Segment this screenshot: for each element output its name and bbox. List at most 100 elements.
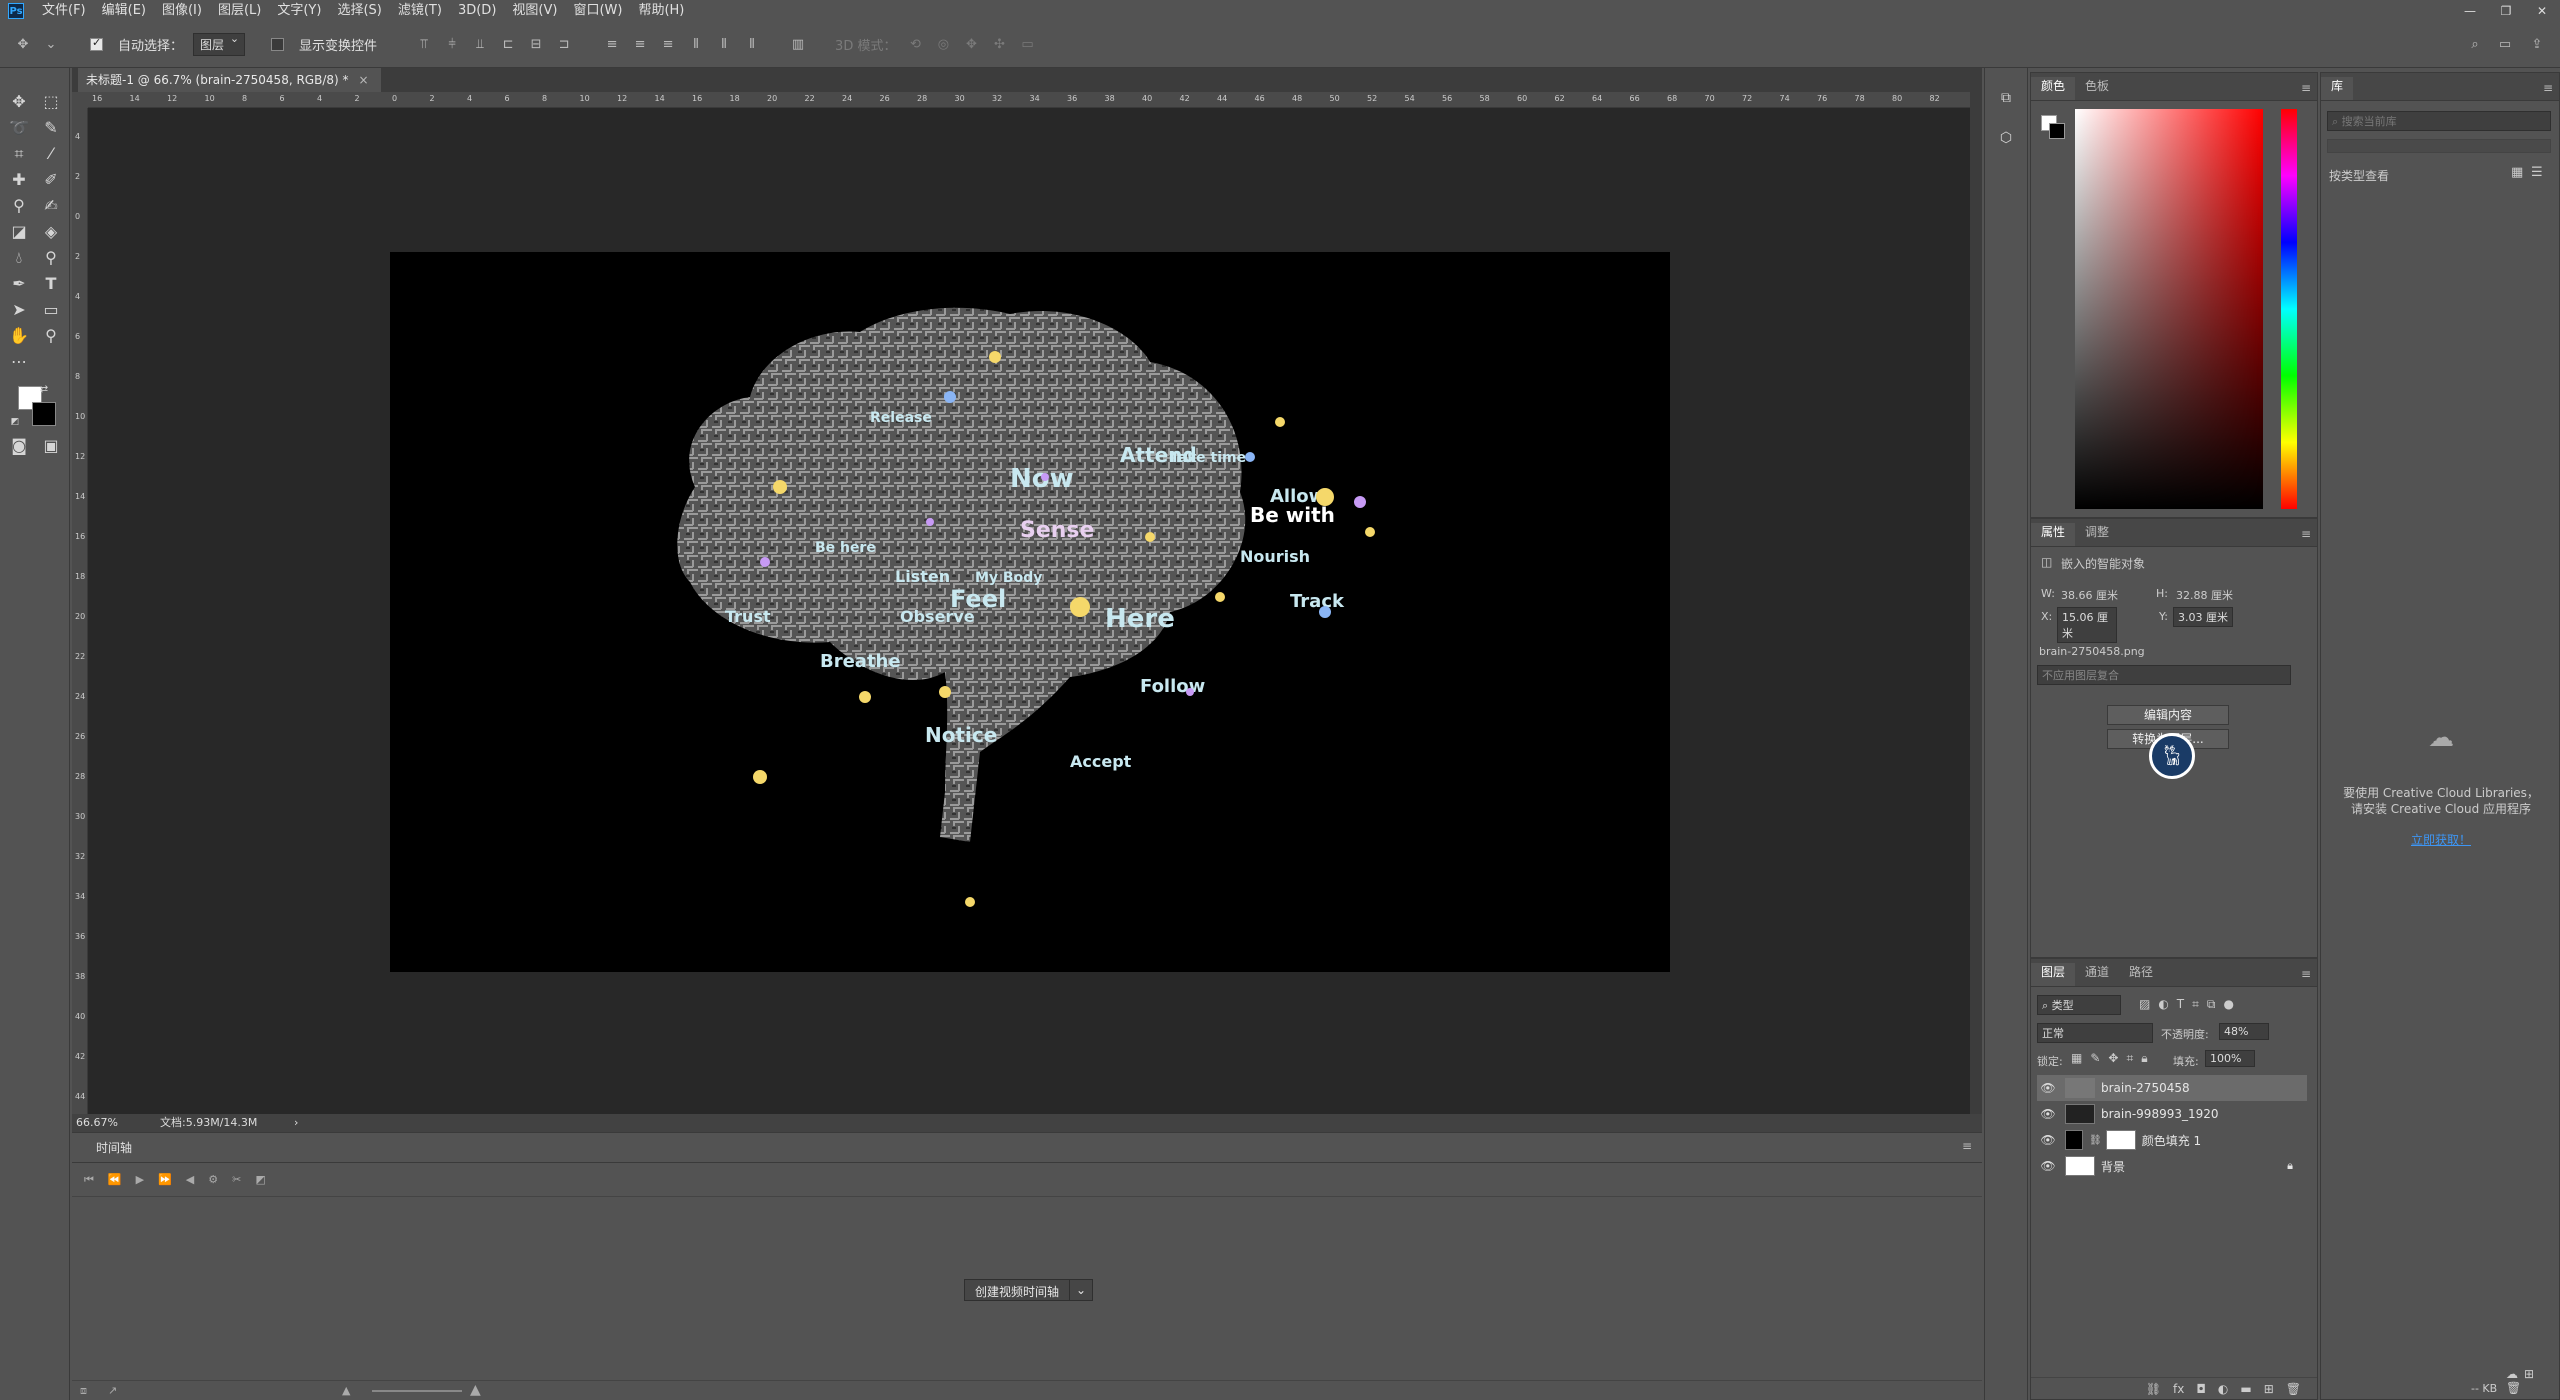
y-field[interactable]: 3.03 厘米	[2173, 607, 2233, 627]
distribute-top-icon[interactable]: ≡	[603, 36, 621, 54]
width-value[interactable]: 38.66 厘米	[2061, 587, 2118, 603]
menu-window[interactable]: 窗口(W)	[565, 0, 630, 22]
distribute-left-icon[interactable]: ⦀	[687, 36, 705, 54]
auto-select-checkbox[interactable]	[90, 36, 103, 51]
layer-name[interactable]: 背景	[2101, 1158, 2125, 1175]
type-tool-icon[interactable]: T	[38, 272, 64, 296]
brush-tool-icon[interactable]: ✐	[38, 168, 64, 192]
library-search-input[interactable]: ⌕ 搜索当前库	[2327, 111, 2551, 131]
share-icon[interactable]: ⇪	[2528, 36, 2546, 54]
visibility-eye-icon[interactable]: 👁︎	[2037, 1159, 2059, 1173]
align-vcenter-icon[interactable]: ⫩	[443, 36, 461, 54]
go-first-frame-icon[interactable]: ⏮	[84, 1173, 94, 1187]
tool-preset-chevron-icon[interactable]: ⌄	[42, 36, 60, 54]
install-now-link[interactable]: 立即获取！	[2321, 831, 2560, 848]
3d-panel-icon[interactable]: ⬡	[1993, 126, 2019, 150]
tab-color[interactable]: 颜色	[2031, 77, 2076, 100]
swap-colors-icon[interactable]: ⇄	[36, 378, 52, 402]
distribute-bottom-icon[interactable]: ≡	[659, 36, 677, 54]
menu-select[interactable]: 选择(S)	[329, 0, 389, 22]
healing-tool-icon[interactable]: ✚	[6, 168, 32, 192]
eraser-tool-icon[interactable]: ◪	[6, 220, 32, 244]
layer-name[interactable]: brain-2750458	[2101, 1081, 2190, 1095]
add-mask-icon[interactable]: ◘	[2196, 1378, 2206, 1399]
blend-mode-dropdown[interactable]: 正常	[2037, 1023, 2153, 1043]
screen-mode-icon[interactable]: ▣	[38, 434, 64, 458]
layer-filter-dropdown[interactable]: ⌕ 类型	[2037, 995, 2121, 1015]
link-layers-icon[interactable]: ⛓︎	[2146, 1378, 2161, 1399]
split-icon[interactable]: ✂	[232, 1173, 241, 1186]
panel-menu-icon[interactable]: ≡	[2301, 81, 2311, 95]
blur-tool-icon[interactable]: 💧︎	[6, 246, 32, 270]
tab-adjustments[interactable]: 调整	[2075, 523, 2119, 546]
workspace-icon[interactable]: ▭	[2496, 36, 2514, 54]
align-hcenter-icon[interactable]: ⊟	[527, 36, 545, 54]
zoom-in-icon[interactable]: ▲	[470, 1382, 481, 1398]
create-video-timeline-button[interactable]: 创建视频时间轴 ⌄	[964, 1279, 1094, 1301]
close-tab-icon[interactable]: ×	[359, 73, 369, 87]
roll-3d-icon[interactable]: ◎	[934, 36, 952, 54]
new-group-icon[interactable]: ▬	[2240, 1378, 2251, 1399]
vertical-scrollbar[interactable]	[1970, 92, 1982, 1114]
color-bg-swatch[interactable]	[2049, 123, 2065, 139]
properties-menu-icon[interactable]: ≡	[2301, 527, 2311, 541]
layer-row[interactable]: 👁︎ brain-998993_1920	[2037, 1101, 2307, 1127]
visibility-eye-icon[interactable]: 👁︎	[2037, 1107, 2059, 1121]
crop-tool-icon[interactable]: ⌗	[6, 142, 32, 166]
layer-row[interactable]: 👁︎ brain-2750458	[2037, 1075, 2307, 1101]
new-layer-icon[interactable]: ⊞	[2264, 1378, 2274, 1399]
distribute-hcenter-icon[interactable]: ⦀	[715, 36, 733, 54]
mask-link-icon[interactable]: ⛓︎	[2089, 1135, 2102, 1146]
rectangle-tool-icon[interactable]: ▭	[38, 298, 64, 322]
history-brush-tool-icon[interactable]: ✍	[38, 194, 64, 218]
zoom-tool-icon[interactable]: ⚲	[38, 324, 64, 348]
tab-properties[interactable]: 属性	[2031, 523, 2076, 546]
settings-icon[interactable]: ⚙	[208, 1173, 218, 1186]
path-select-tool-icon[interactable]: ➤	[6, 298, 32, 322]
zoom-level[interactable]: 66.67%	[76, 1114, 118, 1132]
dodge-tool-icon[interactable]: ⚲	[38, 246, 64, 270]
tab-channels[interactable]: 通道	[2075, 963, 2119, 986]
close-button[interactable]: ✕	[2524, 0, 2560, 22]
grid-view-icon[interactable]: ▦	[2511, 165, 2523, 180]
visibility-eye-icon[interactable]: 👁︎	[2037, 1081, 2059, 1095]
zoom-out-icon[interactable]: ▲	[342, 1384, 350, 1397]
menu-layer[interactable]: 图层(L)	[210, 0, 269, 22]
height-value[interactable]: 32.88 厘米	[2176, 587, 2233, 603]
layer-name[interactable]: brain-998993_1920	[2101, 1107, 2219, 1121]
move-tool-icon[interactable]: ✥	[14, 36, 32, 54]
distribute-right-icon[interactable]: ⦀	[743, 36, 761, 54]
visibility-eye-icon[interactable]: 👁︎	[2037, 1133, 2059, 1147]
lasso-tool-icon[interactable]: ➰	[6, 116, 32, 140]
auto-select-dropdown[interactable]: 图层	[193, 32, 246, 56]
search-icon[interactable]: ⌕	[2466, 36, 2484, 54]
camera-3d-icon[interactable]: ▭	[1018, 36, 1036, 54]
prev-frame-icon[interactable]: ⏪	[108, 1173, 122, 1186]
render-icon[interactable]: ↗	[108, 1384, 117, 1397]
show-transform-checkbox[interactable]	[271, 38, 285, 51]
hand-tool-icon[interactable]: ✋	[6, 324, 32, 348]
library-select-dropdown[interactable]	[2327, 139, 2551, 153]
library-footer-icons[interactable]: ☁︎⊞🗑︎	[2506, 1367, 2559, 1395]
history-panel-icon[interactable]: ⧉	[1993, 86, 2019, 110]
tab-paths[interactable]: 路径	[2119, 963, 2163, 986]
pen-tool-icon[interactable]: ✒	[6, 272, 32, 296]
list-view-icon[interactable]: ☰	[2531, 165, 2543, 180]
timeline-zoom-slider[interactable]	[372, 1390, 462, 1392]
align-bottom-icon[interactable]: ⫫	[471, 36, 489, 54]
audio-icon[interactable]: ◀	[186, 1173, 194, 1186]
transition-icon[interactable]: ◩	[255, 1173, 265, 1186]
menu-edit[interactable]: 编辑(E)	[94, 0, 154, 22]
eyedropper-tool-icon[interactable]: ⁄	[38, 142, 64, 166]
slide-3d-icon[interactable]: ✣	[990, 36, 1008, 54]
move-tool-icon[interactable]: ✥	[6, 90, 32, 114]
layer-row[interactable]: 👁︎ ⛓︎ 颜色填充 1	[2037, 1127, 2307, 1153]
edit-contents-button[interactable]: 编辑内容	[2107, 705, 2229, 725]
hue-slider[interactable]	[2281, 109, 2297, 509]
frame-rate-icon[interactable]: ⧈	[80, 1384, 87, 1398]
timeline-tab[interactable]: 时间轴	[86, 1134, 143, 1161]
menu-filter[interactable]: 滤镜(T)	[390, 0, 450, 22]
rotate-3d-icon[interactable]: ⟲	[906, 36, 924, 54]
filter-icons[interactable]: ▨◐T⌗⧉●	[2139, 997, 2242, 1012]
restore-button[interactable]: ❐	[2488, 0, 2524, 22]
